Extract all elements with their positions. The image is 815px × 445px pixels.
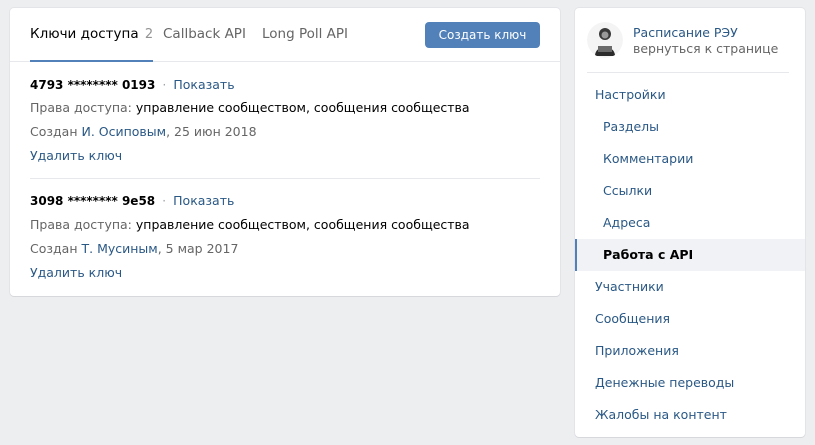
- nav-messages[interactable]: Сообщения: [575, 303, 805, 335]
- rights-label: Права доступа:: [30, 217, 132, 232]
- divider: [30, 178, 540, 179]
- created-date: , 25 июн 2018: [166, 124, 257, 139]
- tab-callback-api[interactable]: Callback API: [163, 8, 246, 62]
- divider: [587, 72, 789, 73]
- key-created: Создан И. Осиповым, 25 июн 2018: [30, 124, 257, 139]
- key-rights: Права доступа: управление сообществом, с…: [30, 100, 470, 115]
- rights-value: управление сообществом, сообщения сообще…: [135, 100, 470, 115]
- key-code: 4793 ******** 0193: [30, 78, 156, 92]
- settings-sidebar: Расписание РЭУ вернуться к странице Наст…: [575, 8, 805, 437]
- nav-apps[interactable]: Приложения: [575, 335, 805, 367]
- show-key-link[interactable]: Показать: [173, 77, 234, 92]
- key-created: Создан Т. Мусиным, 5 мар 2017: [30, 241, 238, 256]
- separator-dot: ·: [162, 77, 167, 92]
- created-date: , 5 мар 2017: [157, 241, 239, 256]
- rights-label: Права доступа:: [30, 100, 132, 115]
- show-key-link[interactable]: Показать: [173, 193, 234, 208]
- nav-money-transfers[interactable]: Денежные переводы: [575, 367, 805, 399]
- key-header: 4793 ******** 0193 · Показать: [30, 77, 235, 92]
- nav-api[interactable]: Работа с API: [575, 239, 805, 271]
- avatar-image: [587, 22, 623, 58]
- api-keys-card: Ключи доступа 2 Callback API Long Poll A…: [10, 8, 560, 296]
- group-name-link[interactable]: Расписание РЭУ: [633, 25, 738, 40]
- nav-sections[interactable]: Разделы: [575, 111, 805, 143]
- back-to-page-link[interactable]: вернуться к странице: [633, 41, 778, 56]
- delete-key-link[interactable]: Удалить ключ: [30, 148, 122, 163]
- nav-links[interactable]: Ссылки: [575, 175, 805, 207]
- nav-comments[interactable]: Комментарии: [575, 143, 805, 175]
- tab-bar: Ключи доступа 2 Callback API Long Poll A…: [10, 8, 560, 62]
- group-avatar[interactable]: [587, 22, 623, 58]
- key-rights: Права доступа: управление сообществом, с…: [30, 217, 470, 232]
- created-label: Создан: [30, 124, 78, 139]
- creator-link[interactable]: Т. Мусиным: [81, 241, 157, 256]
- nav-content-reports[interactable]: Жалобы на контент: [575, 399, 805, 431]
- delete-key-link[interactable]: Удалить ключ: [30, 265, 122, 280]
- tab-access-keys-label: Ключи доступа: [30, 26, 139, 42]
- nav-addresses[interactable]: Адреса: [575, 207, 805, 239]
- tab-long-poll-api[interactable]: Long Poll API: [262, 8, 348, 62]
- key-header: 3098 ******** 9e58 · Показать: [30, 193, 234, 208]
- rights-value: управление сообществом, сообщения сообще…: [135, 217, 470, 232]
- nav-settings[interactable]: Настройки: [575, 79, 805, 111]
- tab-access-keys-count: 2: [144, 27, 154, 42]
- create-key-button[interactable]: Создать ключ: [425, 22, 540, 48]
- created-label: Создан: [30, 241, 78, 256]
- tab-access-keys[interactable]: Ключи доступа 2: [30, 8, 154, 62]
- key-code: 3098 ******** 9e58: [30, 194, 156, 208]
- nav-members[interactable]: Участники: [575, 271, 805, 303]
- creator-link[interactable]: И. Осиповым: [81, 124, 166, 139]
- separator-dot: ·: [162, 193, 167, 208]
